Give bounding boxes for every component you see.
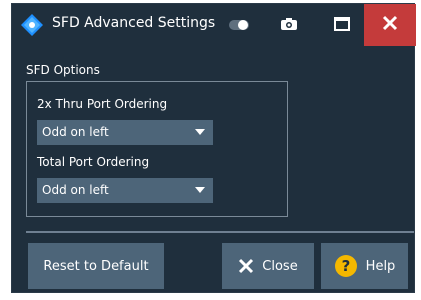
total-port-ordering-select[interactable]: Odd on left (37, 178, 213, 203)
thru-port-ordering-label: 2x Thru Port Ordering (37, 97, 168, 111)
svg-text:?: ? (341, 257, 350, 275)
chevron-down-icon (195, 187, 205, 193)
toggle-icon (228, 16, 250, 35)
sfd-advanced-settings-dialog: SFD Advanced Settings SFD Options 2x Thr… (11, 3, 416, 293)
maximize-button[interactable] (324, 4, 360, 46)
toggle-button[interactable] (224, 4, 254, 46)
maximize-icon (334, 16, 350, 35)
chevron-down-icon (195, 129, 205, 135)
total-port-ordering-label: Total Port Ordering (37, 155, 150, 169)
help-icon: ? (334, 254, 358, 278)
sfd-options-title: SFD Options (26, 63, 100, 77)
close-icon (382, 15, 398, 35)
help-button[interactable]: ? Help (321, 243, 408, 289)
screenshot-button[interactable] (274, 4, 304, 46)
total-port-ordering-value: Odd on left (42, 183, 109, 197)
reset-label: Reset to Default (43, 258, 149, 274)
window-close-button[interactable] (364, 4, 416, 46)
reset-to-default-button[interactable]: Reset to Default (28, 243, 164, 289)
close-icon (238, 258, 254, 274)
thru-port-ordering-value: Odd on left (42, 125, 109, 139)
sfd-options-group: 2x Thru Port Ordering Odd on left Total … (26, 81, 288, 217)
close-button[interactable]: Close (222, 243, 314, 289)
close-label: Close (262, 258, 298, 274)
title-bar: SFD Advanced Settings (12, 4, 416, 46)
app-logo-icon (20, 13, 44, 37)
camera-icon (280, 16, 298, 35)
help-label: Help (365, 258, 396, 274)
window-title: SFD Advanced Settings (52, 15, 216, 31)
divider (26, 231, 414, 233)
thru-port-ordering-select[interactable]: Odd on left (37, 120, 213, 145)
